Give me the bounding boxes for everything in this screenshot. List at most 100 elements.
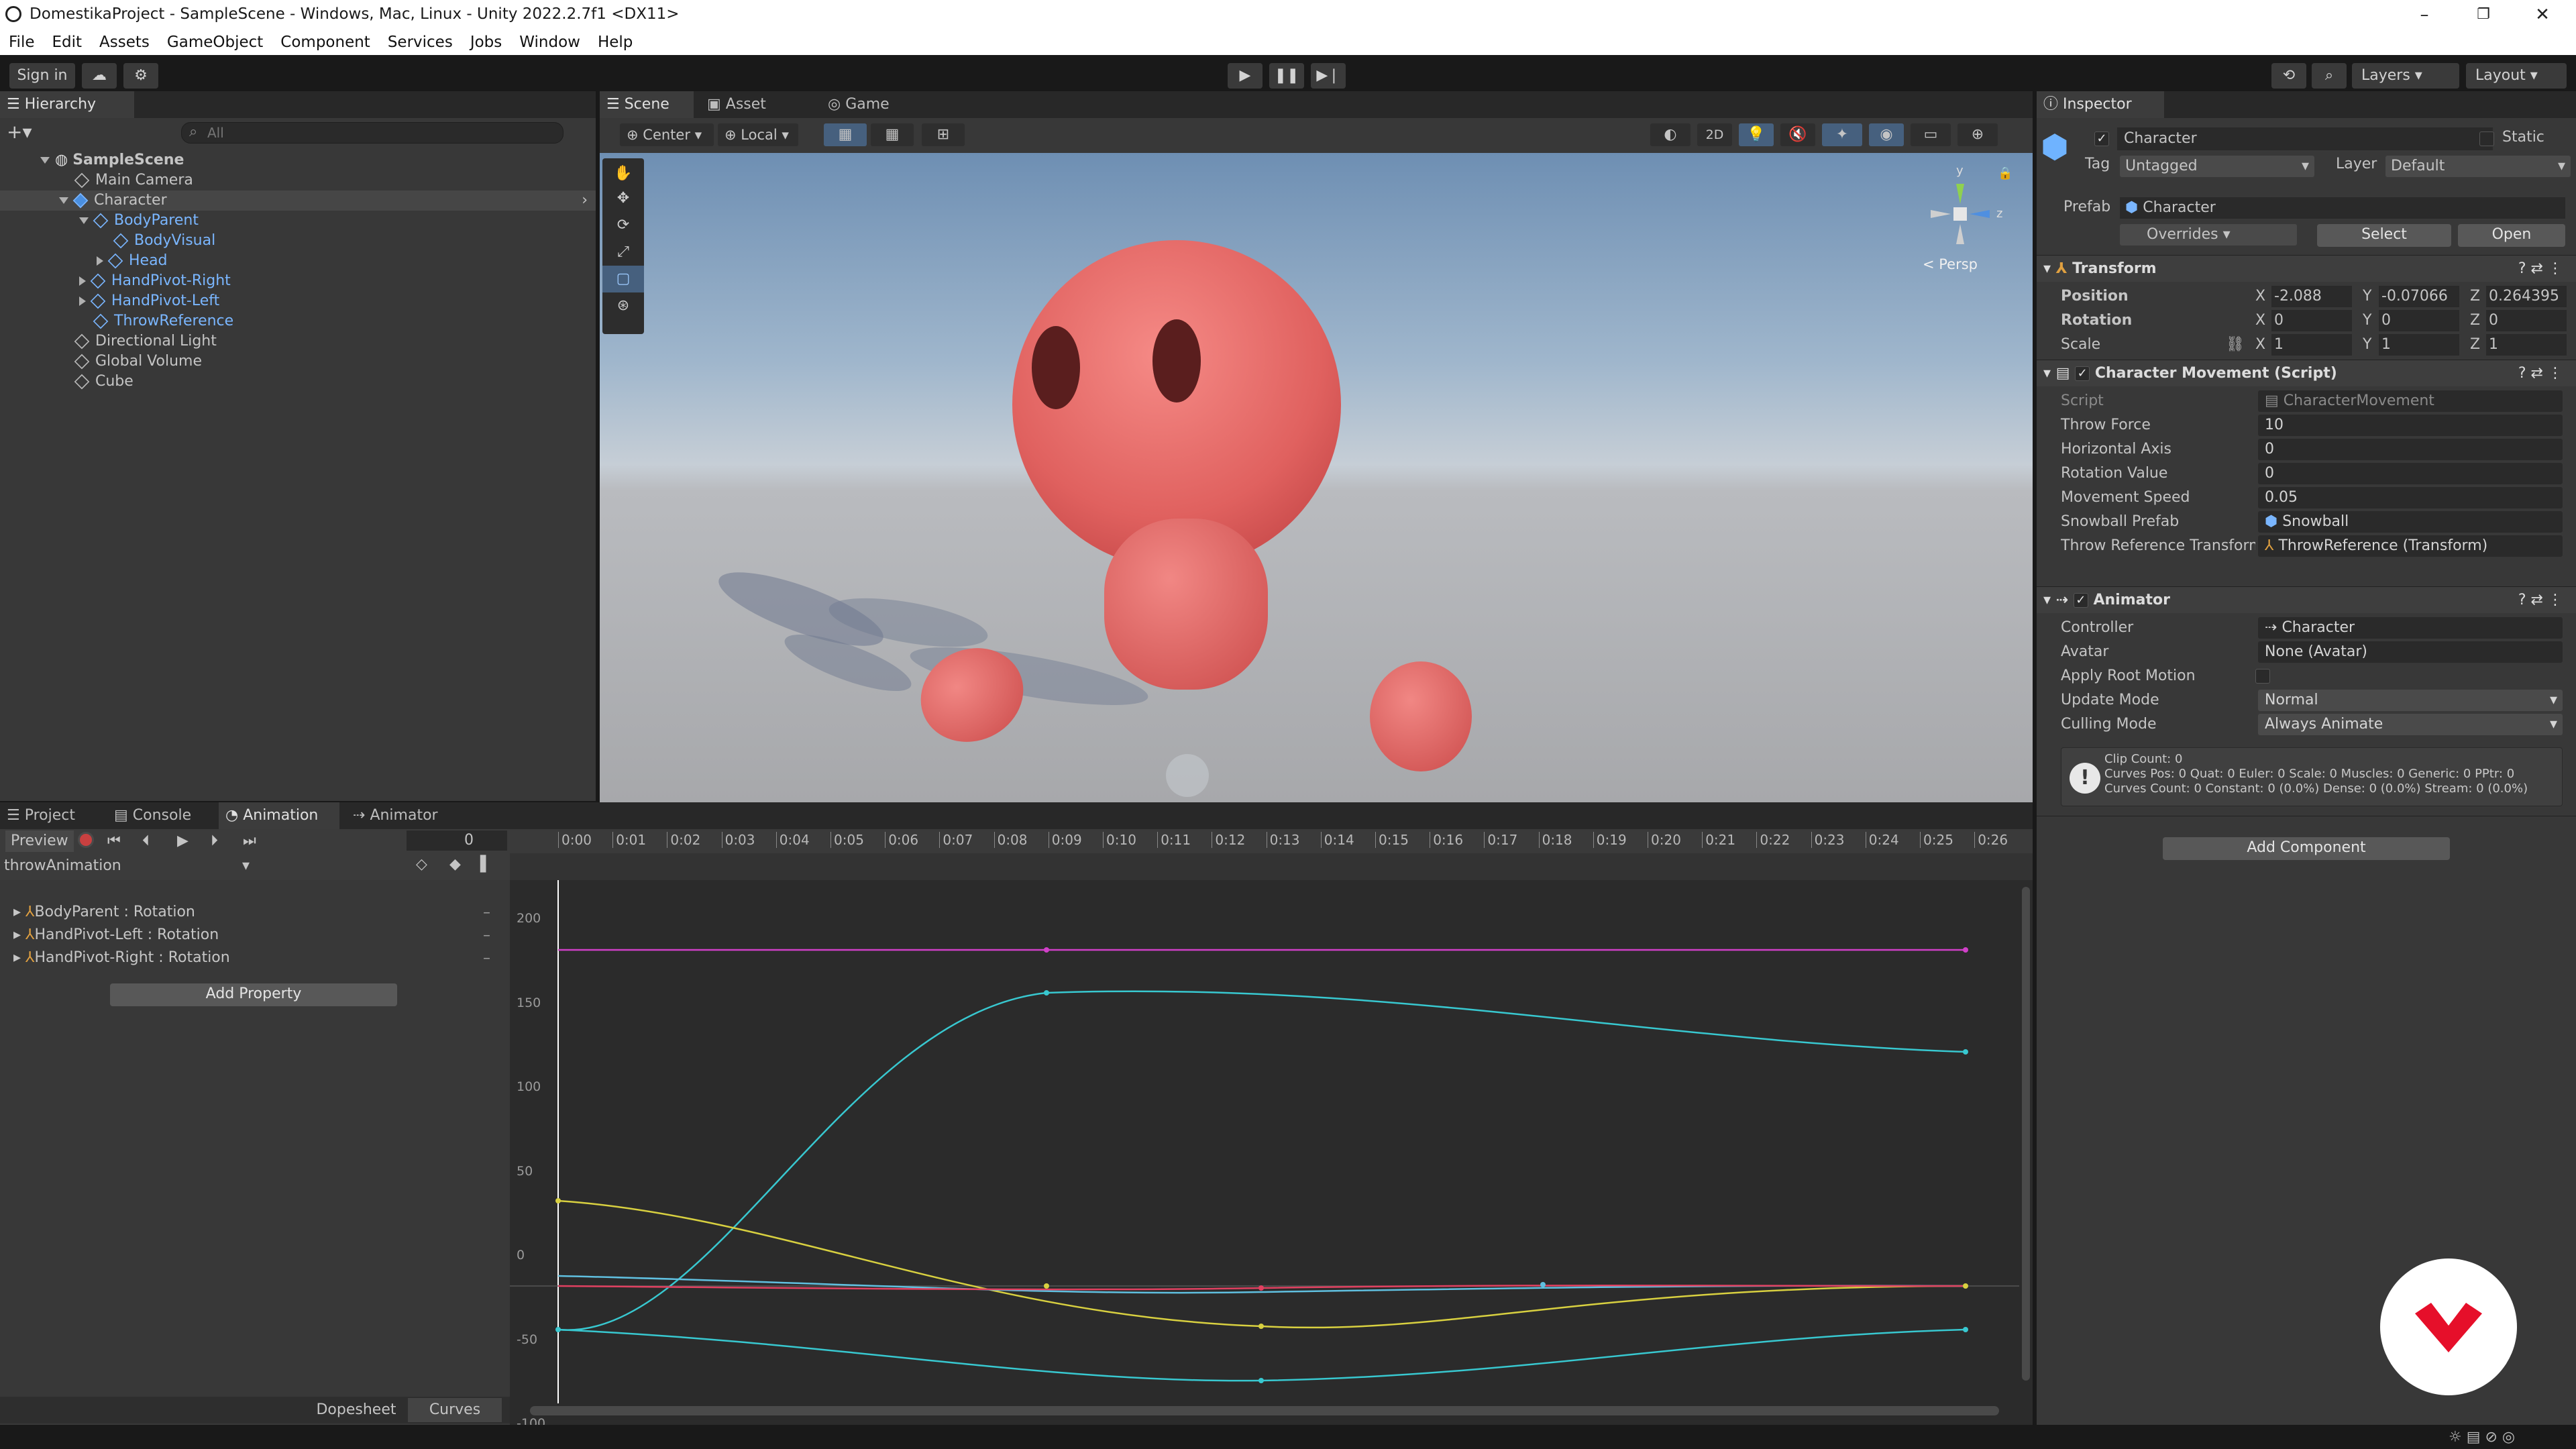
active-checkbox[interactable]: ✓ bbox=[2094, 131, 2109, 146]
curve-yellow[interactable] bbox=[557, 1199, 1966, 1329]
cloud-icon[interactable]: ☁ bbox=[82, 63, 117, 89]
tab-animator[interactable]: ⇢ Animator bbox=[346, 802, 460, 829]
sign-in-button[interactable]: Sign in bbox=[9, 63, 75, 89]
avatar-field[interactable]: None (Avatar) bbox=[2258, 641, 2563, 663]
rotation-z-field[interactable]: 0 bbox=[2486, 310, 2567, 331]
record-icon[interactable] bbox=[78, 832, 94, 848]
property-row-handpivot-right[interactable]: ▸ ⅄HandPivot-Right : Rotation bbox=[13, 947, 230, 969]
event-lane[interactable] bbox=[510, 853, 2033, 880]
grid-icon[interactable]: ▦ bbox=[871, 123, 914, 146]
search-icon[interactable]: ⌕ bbox=[2312, 63, 2347, 89]
first-key-icon[interactable]: ⏮ bbox=[107, 830, 121, 852]
keyframe[interactable] bbox=[555, 1198, 561, 1203]
pause-button[interactable]: ❚❚ bbox=[1269, 63, 1304, 89]
hierarchy-item-bodyvisual[interactable]: BodyVisual bbox=[113, 231, 215, 251]
hierarchy-search-input[interactable] bbox=[181, 122, 564, 144]
keyframe[interactable] bbox=[1963, 1049, 1968, 1055]
rect-tool-icon[interactable]: ▢ bbox=[602, 266, 644, 292]
character-hand-right[interactable] bbox=[1370, 661, 1472, 771]
audio-icon[interactable]: 🔇 bbox=[1780, 123, 1815, 146]
update-mode-dropdown[interactable]: Normal ▾ bbox=[2258, 690, 2563, 711]
keyframe[interactable] bbox=[1044, 990, 1049, 996]
draw-mode-icon[interactable]: ◐ bbox=[1650, 123, 1690, 146]
keyframe[interactable] bbox=[1258, 1324, 1264, 1329]
keyframe[interactable] bbox=[1963, 1283, 1968, 1289]
lock-icon[interactable]: 🔒 bbox=[1998, 166, 2012, 180]
maximize-button[interactable]: ❐ bbox=[2463, 3, 2504, 27]
add-component-button[interactable]: Add Component bbox=[2163, 837, 2450, 860]
keyframe[interactable] bbox=[555, 1327, 561, 1332]
scale-z-field[interactable]: 1 bbox=[2486, 334, 2567, 356]
menu-edit[interactable]: Edit bbox=[44, 30, 91, 55]
component-menu-icon[interactable]: ? ⇄ ⋮ bbox=[2518, 587, 2563, 614]
static-checkbox[interactable] bbox=[2479, 131, 2494, 146]
enabled-checkbox[interactable]: ✓ bbox=[2075, 366, 2090, 381]
tab-console[interactable]: ▤ Console bbox=[107, 802, 215, 829]
rotation-y-field[interactable]: 0 bbox=[2379, 310, 2459, 331]
last-key-icon[interactable]: ⏭ bbox=[243, 830, 256, 852]
frame-field[interactable]: 0 bbox=[407, 830, 507, 851]
add-property-button[interactable]: Add Property bbox=[110, 983, 397, 1006]
clip-dropdown[interactable]: throwAnimation ▾ bbox=[0, 855, 255, 877]
open-button[interactable]: Open bbox=[2458, 224, 2565, 247]
hierarchy-item-bodyparent[interactable]: BodyParent bbox=[79, 211, 199, 231]
move-tool-icon[interactable]: ✥ bbox=[602, 185, 644, 212]
layers-dropdown[interactable]: Layers ▾ bbox=[2352, 63, 2459, 89]
tab-scene[interactable]: ☰ Scene bbox=[600, 91, 694, 118]
scale-tool-icon[interactable]: ⤢ bbox=[602, 239, 644, 266]
camera-icon[interactable]: ▭ bbox=[1911, 123, 1951, 146]
position-z-field[interactable]: 0.264395 bbox=[2486, 286, 2567, 307]
collab-icon[interactable]: ⚙ bbox=[123, 63, 158, 89]
rotation-value-field[interactable]: 0 bbox=[2258, 463, 2563, 484]
vertical-scrollbar[interactable] bbox=[2022, 887, 2030, 1381]
keyframe[interactable] bbox=[1044, 1283, 1049, 1289]
throw-force-field[interactable]: 10 bbox=[2258, 415, 2563, 436]
projection-label[interactable]: < Persp bbox=[1923, 256, 1978, 272]
timeline-ruler[interactable]: 0:00 0:01 0:02 0:03 0:04 0:05 0:06 0:07 0:08 0:09… bbox=[510, 829, 2033, 853]
layer-dropdown[interactable]: Default ▾ bbox=[2385, 156, 2571, 177]
apply-root-motion-checkbox[interactable] bbox=[2255, 669, 2270, 684]
layout-dropdown[interactable]: Layout ▾ bbox=[2466, 63, 2567, 89]
add-event-icon[interactable]: ◆ bbox=[449, 856, 461, 873]
menu-jobs[interactable]: Jobs bbox=[462, 30, 511, 55]
hierarchy-item-directional-light[interactable]: Directional Light bbox=[74, 331, 217, 352]
animation-curves[interactable] bbox=[510, 880, 2026, 1403]
horizontal-scrollbar[interactable] bbox=[530, 1406, 1999, 1415]
scene-viewport[interactable]: ✋ ✥ ⟳ ⤢ ▢ ⊛ y z 🔒 < Persp bbox=[600, 153, 2033, 802]
position-x-field[interactable]: -2.088 bbox=[2271, 286, 2352, 307]
curves-tab[interactable]: Curves bbox=[408, 1398, 502, 1422]
snowball-prefab-field[interactable]: ⬢ Snowball bbox=[2258, 511, 2563, 533]
space-dropdown[interactable]: ⊕ Local ▾ bbox=[718, 123, 798, 146]
keyframe[interactable] bbox=[1258, 1285, 1264, 1291]
transform-header[interactable]: ▾ ⅄ Transform? ⇄ ⋮ bbox=[2037, 255, 2576, 282]
hierarchy-item-throwreference[interactable]: ThrowReference bbox=[93, 311, 233, 331]
menu-component[interactable]: Component bbox=[272, 30, 379, 55]
keyframe[interactable] bbox=[1963, 947, 1968, 953]
menu-services[interactable]: Services bbox=[379, 30, 462, 55]
hierarchy-item-handpivot-right[interactable]: HandPivot-Right bbox=[79, 271, 231, 291]
enabled-checkbox[interactable]: ✓ bbox=[2073, 593, 2088, 608]
keyframe[interactable] bbox=[1044, 947, 1049, 953]
pivot-dropdown[interactable]: ⊕ Center ▾ bbox=[620, 123, 714, 146]
rotate-tool-icon[interactable]: ⟳ bbox=[602, 212, 644, 239]
add-keyframe-icon[interactable]: ◇ bbox=[416, 856, 427, 873]
object-name-field[interactable]: Character bbox=[2117, 127, 2493, 150]
menu-assets[interactable]: Assets bbox=[91, 30, 158, 55]
curve-cyan-lower[interactable] bbox=[557, 1328, 1966, 1382]
scale-y-field[interactable]: 1 bbox=[2379, 334, 2459, 356]
component-menu-icon[interactable]: ? ⇄ ⋮ bbox=[2518, 360, 2563, 387]
tab-project[interactable]: ☰ Project bbox=[0, 802, 101, 829]
culling-mode-dropdown[interactable]: Always Animate ▾ bbox=[2258, 714, 2563, 735]
property-menu-icon[interactable]: – bbox=[483, 904, 490, 921]
preview-button[interactable]: Preview bbox=[5, 830, 74, 852]
tab-game[interactable]: ◎ Game bbox=[821, 91, 908, 118]
increment-snap-icon[interactable]: ⊞ bbox=[922, 123, 965, 146]
property-row-bodyparent[interactable]: ▸ ⅄BodyParent : Rotation bbox=[13, 902, 195, 923]
step-button[interactable]: ▶❘ bbox=[1311, 63, 1346, 89]
prev-key-icon[interactable]: ⏴ bbox=[142, 830, 150, 852]
animator-header[interactable]: ▾ ⇢ ✓ Animator? ⇄ ⋮ bbox=[2037, 586, 2576, 613]
play-button[interactable]: ▶ bbox=[1228, 63, 1263, 89]
movement-speed-field[interactable]: 0.05 bbox=[2258, 487, 2563, 508]
menu-gameobject[interactable]: GameObject bbox=[158, 30, 272, 55]
hierarchy-item-handpivot-left[interactable]: HandPivot-Left bbox=[79, 291, 219, 311]
